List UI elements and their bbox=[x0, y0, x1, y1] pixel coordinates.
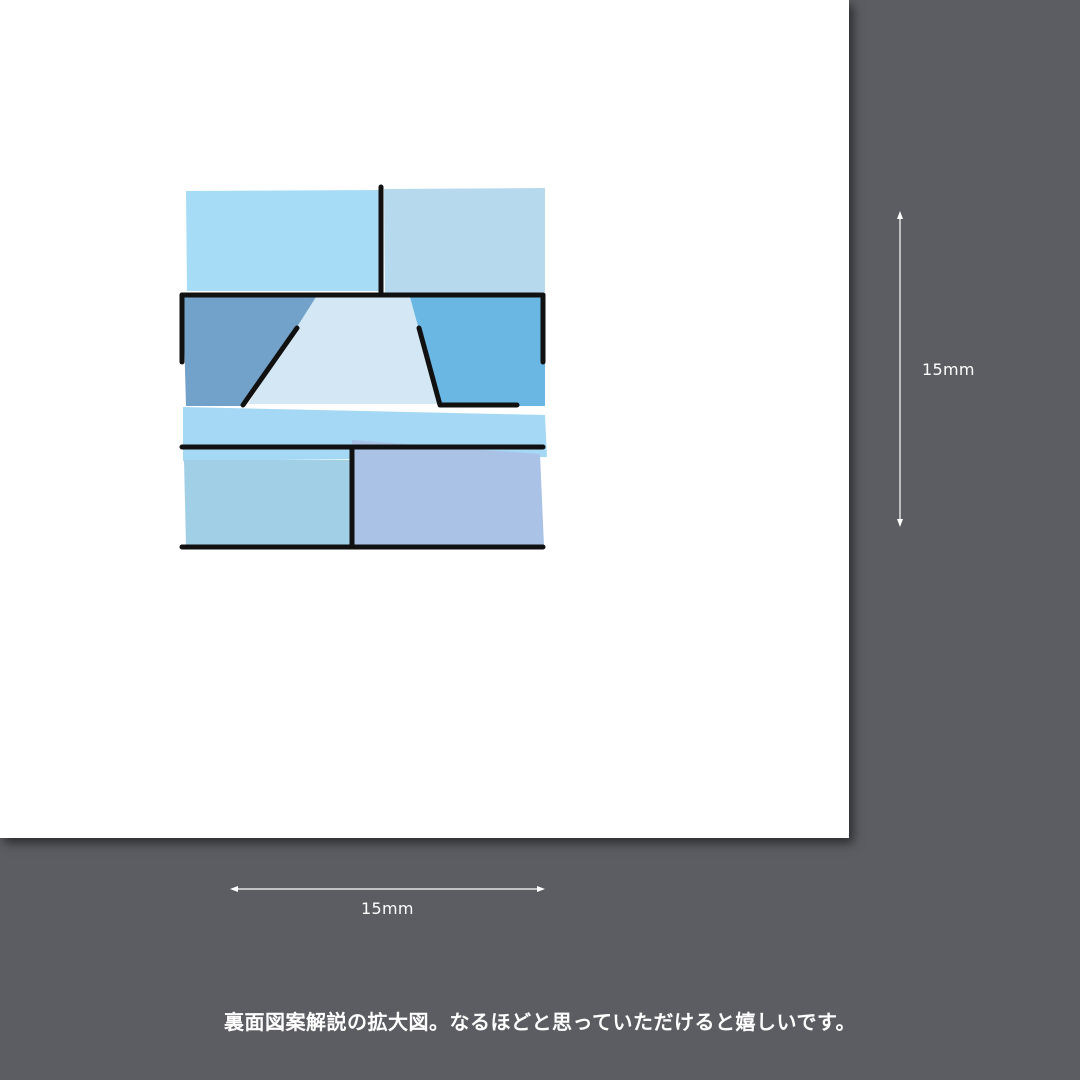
dimension-height-arrow bbox=[897, 211, 903, 527]
width-dimension-label: 15mm bbox=[361, 899, 414, 918]
pattern-diagram bbox=[179, 184, 903, 892]
color-panels bbox=[183, 188, 547, 546]
height-dimension-label: 15mm bbox=[922, 360, 975, 379]
caption-text: 裏面図案解説の拡大図。なるほどと思っていただけると嬉しいです。 bbox=[224, 1010, 856, 1034]
panel-bottom-left bbox=[184, 460, 352, 546]
panel-top-left bbox=[186, 190, 382, 291]
panel-top-right bbox=[384, 188, 545, 300]
dimension-width-arrow bbox=[230, 886, 545, 892]
panel-bottom-right bbox=[352, 440, 544, 546]
